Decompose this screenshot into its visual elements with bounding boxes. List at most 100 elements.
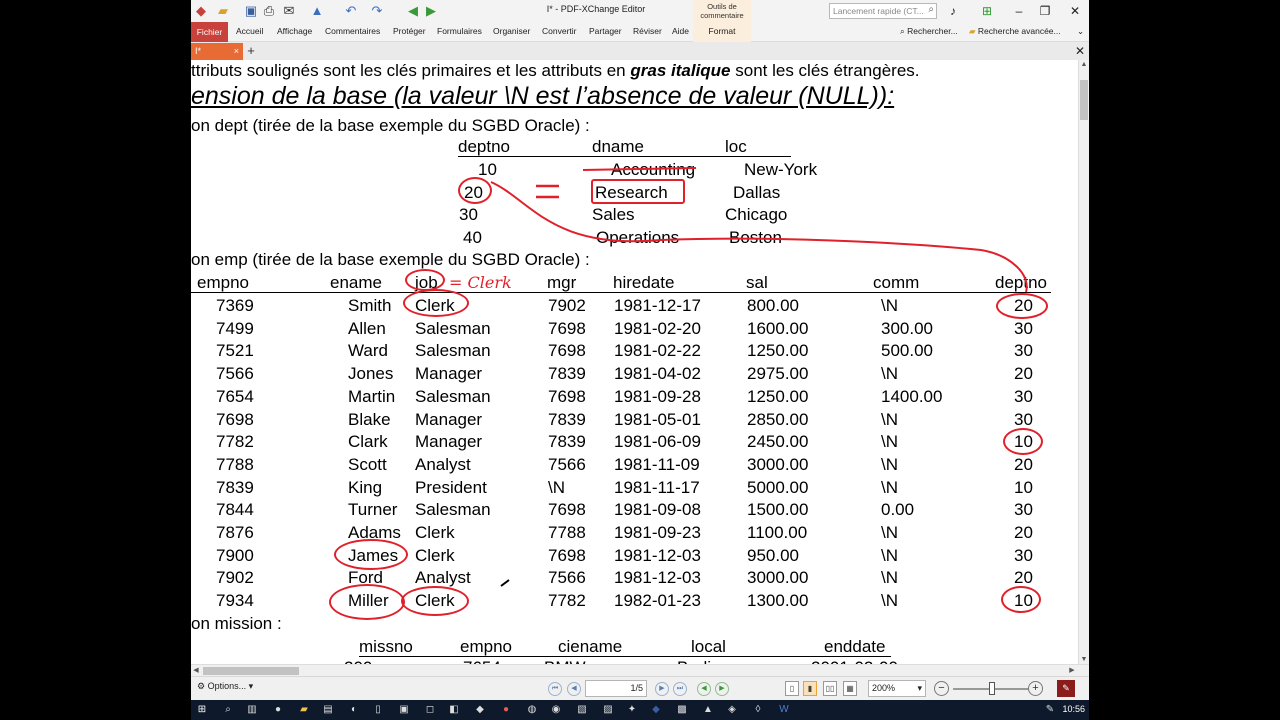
pen-tray-icon[interactable]: ✎ — [1043, 703, 1057, 717]
first-page-icon[interactable]: ⏮ — [548, 682, 562, 696]
ink-job-note: = Clerk — [449, 273, 512, 292]
status-bar: ⚙ Options... ▾ ⏮ ◀ 1/5 ▶ ⏭ ◀ ▶ ▯ ▮ ▯▯ ▦ … — [191, 676, 1089, 700]
tab-format[interactable]: Format — [693, 22, 751, 42]
ribbon-tabs: Fichier Accueil Affichage Commentaires P… — [191, 22, 1089, 42]
search-icon[interactable]: ⌕ — [928, 4, 934, 15]
ink-equals-sign — [536, 184, 559, 199]
app-icon-2[interactable]: ▯ — [371, 703, 385, 717]
tab-proteger[interactable]: Protéger — [393, 22, 426, 42]
context-tools-line2: commentaire — [700, 11, 744, 20]
next-view-icon[interactable]: ▶ — [715, 682, 729, 696]
pdf-xchange-taskbar-icon[interactable]: ◆ — [649, 703, 663, 717]
undo-icon[interactable]: ↶ — [343, 3, 359, 19]
pdf-tool-icon[interactable]: ✎ — [1057, 680, 1075, 697]
tab-affichage[interactable]: Affichage — [277, 22, 312, 42]
app-icon-15[interactable]: ◈ — [725, 703, 739, 717]
search-button[interactable]: ⌕ Rechercher... — [900, 22, 958, 42]
app-icon-1[interactable]: ◐ — [347, 703, 361, 717]
tab-commentaires[interactable]: Commentaires — [325, 22, 380, 42]
scroll-up-icon[interactable]: ▲ — [1079, 61, 1089, 68]
facing-pages-icon[interactable]: ▯▯ — [823, 681, 837, 696]
context-tools-label: Outils de commentaire — [693, 0, 751, 22]
scan-icon[interactable]: ▲ — [309, 3, 325, 19]
ink-line-deptno-link — [490, 181, 1028, 293]
folder-search-icon: ▰ — [969, 26, 976, 36]
app-icon-12[interactable]: ✦ — [625, 703, 639, 717]
forward-icon[interactable]: ▶ — [423, 3, 439, 19]
zoom-out-button[interactable]: − — [934, 681, 949, 696]
search-icon: ⌕ — [900, 26, 905, 36]
pdf-page[interactable]: ttributs soulignés sont les clés primair… — [191, 60, 1078, 664]
email-icon[interactable]: ✉ — [281, 3, 297, 19]
pdf-xchange-window: ◆ ▰ ▣ ⎙ ✉ ▲ ↶ ↷ ◀ ▶ I* - PDF-XChange Edi… — [191, 0, 1089, 700]
app-icon-5[interactable]: ◧ — [447, 703, 461, 717]
document-tab-label: I* — [195, 46, 202, 56]
fullscreen-icon[interactable]: ⊞ — [977, 3, 997, 19]
tab-organiser[interactable]: Organiser — [493, 22, 530, 42]
tab-accueil[interactable]: Accueil — [236, 22, 263, 42]
minimize-button[interactable]: – — [1009, 3, 1029, 19]
ink-line-accounting — [582, 167, 697, 171]
continuous-page-icon[interactable]: ▮ — [803, 681, 817, 696]
advanced-search-label: Recherche avancée... — [977, 26, 1061, 36]
windows-start-icon[interactable]: ⊞ — [195, 703, 209, 717]
zoom-level-field[interactable]: 200% ▾ — [868, 680, 926, 697]
single-page-icon[interactable]: ▯ — [785, 681, 799, 696]
store-icon[interactable]: ▤ — [321, 703, 335, 717]
options-button[interactable]: ⚙ Options... ▾ — [197, 681, 253, 692]
app-icon-16[interactable]: ◊ — [751, 703, 765, 717]
last-page-icon[interactable]: ⏭ — [673, 682, 687, 696]
tab-file[interactable]: Fichier — [191, 22, 228, 42]
horizontal-scrollbar[interactable]: ◀ ▶ — [191, 664, 1089, 676]
app-icon-4[interactable]: ◻ — [423, 703, 437, 717]
zoom-in-button[interactable]: + — [1028, 681, 1043, 696]
ribbon-collapse-icon[interactable]: ⌄ — [1077, 22, 1084, 42]
close-window-button[interactable]: ✕ — [1065, 3, 1085, 19]
app-icon-10[interactable]: ▧ — [575, 703, 589, 717]
task-view-icon[interactable]: ▥ — [245, 703, 259, 717]
continuous-facing-icon[interactable]: ▦ — [843, 681, 857, 696]
gear-icon: ⚙ — [197, 681, 206, 691]
tab-formulaires[interactable]: Formulaires — [437, 22, 482, 42]
zoom-slider-thumb[interactable] — [989, 682, 995, 695]
close-tab-icon[interactable]: × — [234, 43, 239, 59]
vertical-scrollbar[interactable]: ▲ ▼ — [1078, 60, 1089, 664]
quick-launch-input[interactable]: Lancement rapide (CT... ⌕ — [829, 3, 937, 19]
next-page-icon[interactable]: ▶ — [655, 682, 669, 696]
prev-page-icon[interactable]: ◀ — [567, 682, 581, 696]
app-icon-13[interactable]: ▩ — [675, 703, 689, 717]
app-icon-14[interactable]: ▲ — [701, 703, 715, 717]
app-icon-6[interactable]: ◆ — [473, 703, 487, 717]
save-icon[interactable]: ▣ — [243, 3, 259, 19]
chevron-down-icon[interactable]: ▾ — [917, 683, 922, 694]
app-icon-9[interactable]: ◉ — [549, 703, 563, 717]
horizontal-scroll-thumb[interactable] — [203, 667, 299, 675]
search-label: Rechercher... — [907, 26, 958, 36]
taskbar-search-icon[interactable]: ⌕ — [221, 703, 235, 717]
word-icon[interactable]: W — [777, 703, 791, 717]
scroll-down-icon[interactable]: ▼ — [1079, 656, 1089, 663]
bell-icon[interactable]: ♪ — [943, 3, 963, 19]
tab-aide[interactable]: Aide — [672, 22, 689, 42]
tab-reviser[interactable]: Réviser — [633, 22, 662, 42]
vertical-scroll-thumb[interactable] — [1080, 80, 1088, 120]
redo-icon[interactable]: ↷ — [369, 3, 385, 19]
prev-view-icon[interactable]: ◀ — [697, 682, 711, 696]
document-tab[interactable]: I* × — [191, 43, 243, 60]
open-folder-icon[interactable]: ▰ — [215, 3, 231, 19]
tab-partager[interactable]: Partager — [589, 22, 622, 42]
close-document-icon[interactable]: ✕ — [1073, 42, 1087, 60]
app-icon-8[interactable]: ◍ — [525, 703, 539, 717]
new-tab-button[interactable]: + — [244, 42, 258, 60]
print-icon[interactable]: ⎙ — [261, 3, 277, 19]
app-icon-11[interactable]: ▨ — [601, 703, 615, 717]
tab-convertir[interactable]: Convertir — [542, 22, 576, 42]
advanced-search-button[interactable]: ▰ Recherche avancée... — [969, 22, 1061, 42]
restore-button[interactable]: ❐ — [1035, 3, 1055, 19]
back-icon[interactable]: ◀ — [405, 3, 421, 19]
file-explorer-icon[interactable]: ▰ — [297, 703, 311, 717]
app-icon-7[interactable]: ● — [499, 703, 513, 717]
app-icon-3[interactable]: ▣ — [397, 703, 411, 717]
widgets-icon[interactable]: ● — [271, 703, 285, 717]
page-number-field[interactable]: 1/5 — [585, 680, 647, 697]
